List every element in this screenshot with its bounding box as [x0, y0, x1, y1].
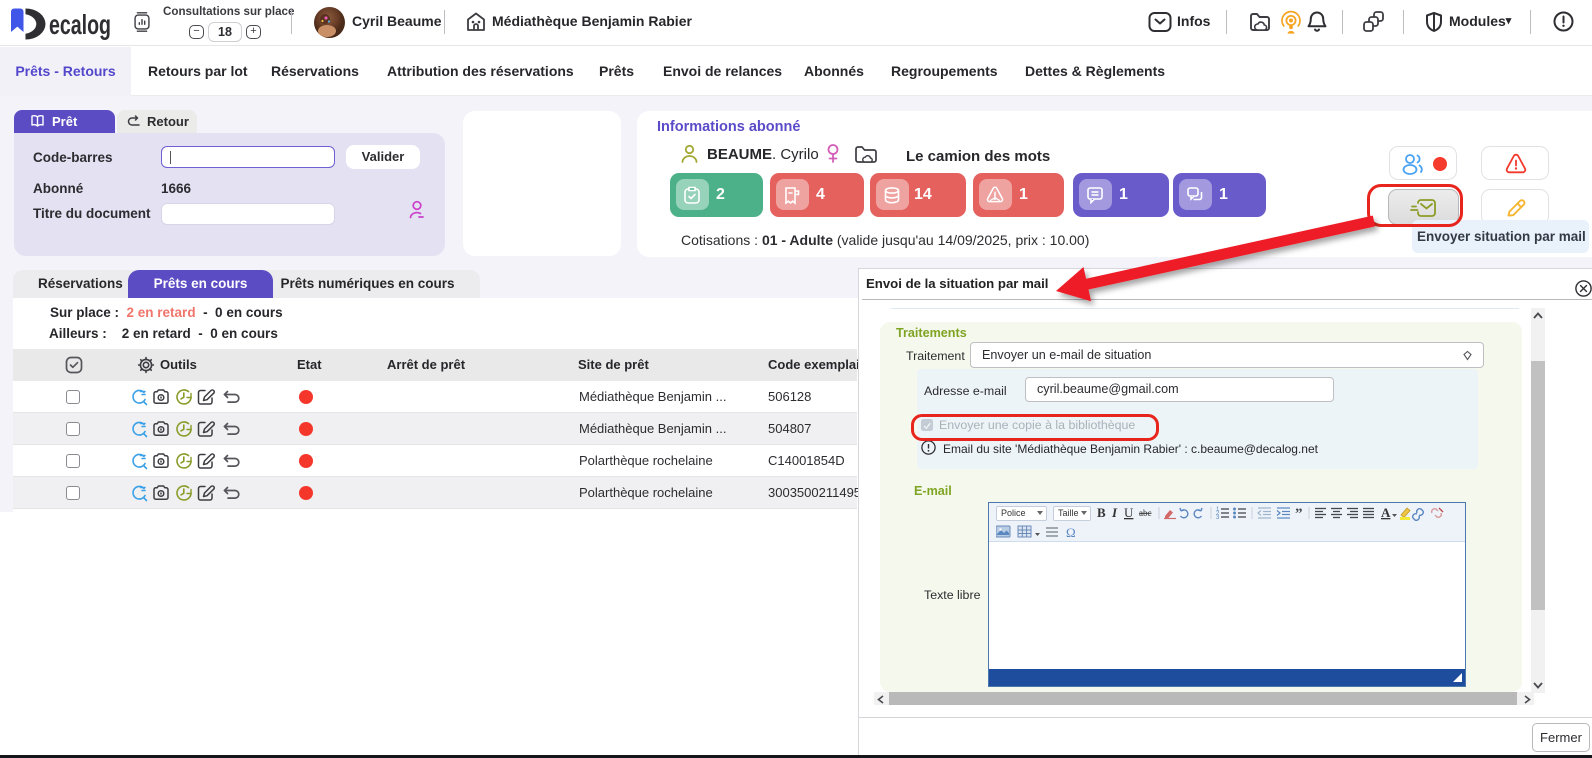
svg-text:”: ”: [1295, 506, 1303, 521]
svg-text:A: A: [1381, 505, 1391, 520]
svg-text:B: B: [1097, 505, 1106, 520]
svg-text:U: U: [1124, 505, 1134, 520]
svg-text:abc: abc: [1139, 508, 1152, 518]
svg-text:I: I: [1111, 505, 1118, 520]
svg-text:3: 3: [1216, 515, 1220, 521]
svg-text:ecalog: ecalog: [49, 9, 111, 40]
svg-text:Ω: Ω: [1066, 525, 1076, 540]
